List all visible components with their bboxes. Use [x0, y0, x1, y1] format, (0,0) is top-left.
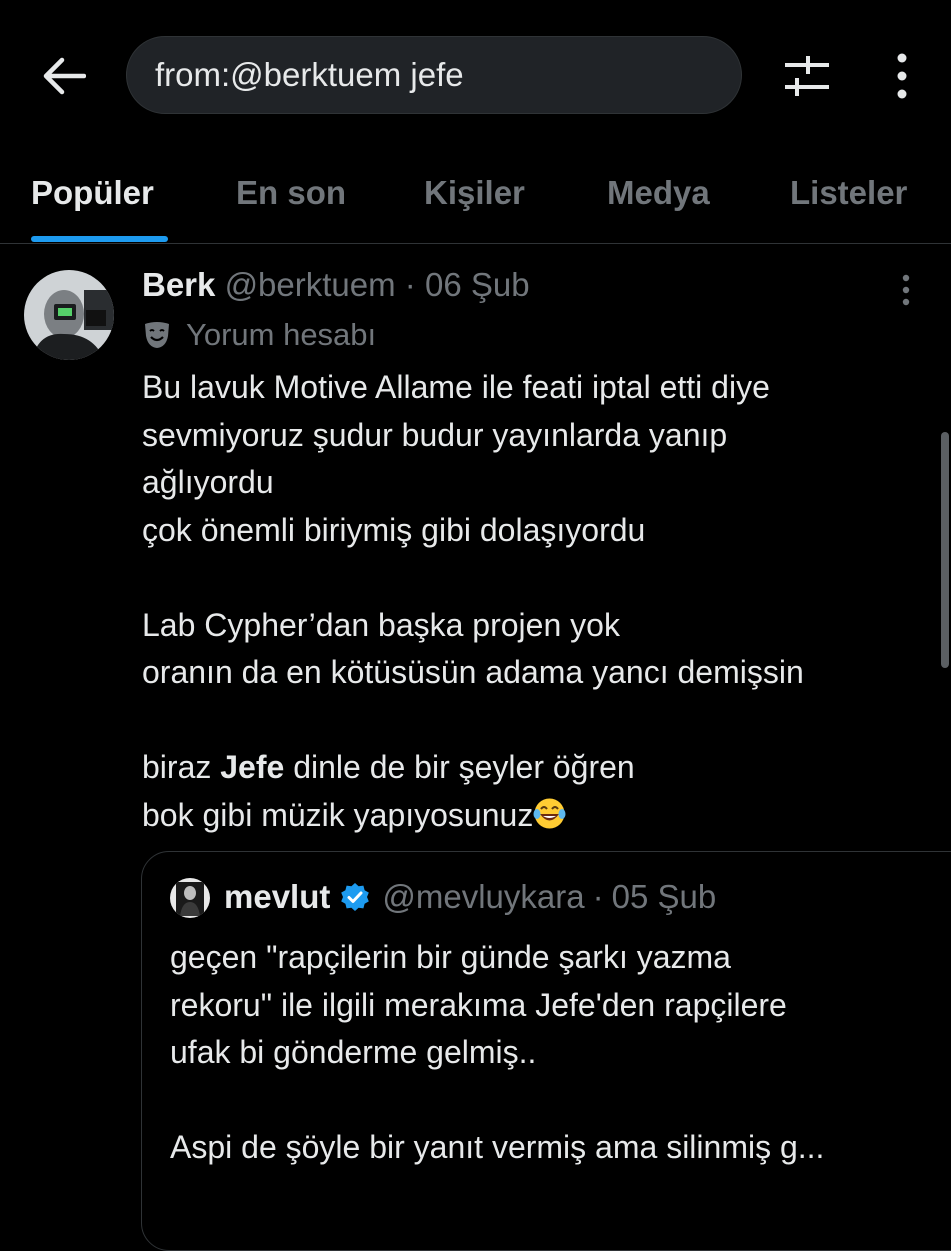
back-button[interactable] [38, 50, 90, 102]
author-name[interactable]: Berk [142, 266, 215, 303]
quoted-author-name[interactable]: mevlut [224, 878, 330, 916]
tweet-line: sevmiyoruz şudur budur yayınlarda yanıp [142, 416, 728, 453]
quoted-tweet[interactable]: mevlut @mevluykara · 05 Şub geçen "rapçi… [141, 851, 951, 1251]
drama-mask-icon [142, 320, 172, 350]
quoted-line: Aspi de şöyle bir yanıt vermiş ama silin… [170, 1129, 825, 1165]
tweet-line: ağlıyordu [142, 464, 274, 500]
verified-badge-icon [341, 883, 370, 911]
quoted-line: rekoru" ile ilgili merakıma Jefe'den rap… [170, 986, 787, 1023]
tweet-line: çok önemli biriymiş gibi dolaşıyordu [142, 511, 646, 548]
tweet-line: Bu lavuk Motive Allame ile feati iptal e… [142, 369, 770, 405]
active-tab-indicator [31, 236, 168, 242]
quoted-line: geçen "rapçilerin bir günde şarkı yazma [170, 939, 731, 975]
arrow-left-icon [43, 57, 86, 95]
separator-dot: · [404, 266, 416, 303]
tab-latest[interactable]: En son [236, 174, 346, 212]
tweet-more-button[interactable] [892, 272, 920, 308]
account-label-text: Yorum hesabı [186, 317, 377, 352]
author-handle[interactable]: @berktuem [225, 266, 396, 303]
scrollbar-thumb[interactable] [941, 432, 949, 668]
tab-lists[interactable]: Listeler [790, 174, 907, 212]
tab-people[interactable]: Kişiler [424, 174, 525, 212]
sliders-icon [785, 56, 829, 96]
tweet-header: Berk @berktuem · 06 Şub [142, 266, 530, 308]
account-label: Yorum hesabı [142, 314, 376, 356]
search-highlight: Jefe [220, 749, 285, 785]
more-vertical-icon [902, 274, 910, 306]
quoted-header: mevlut @mevluykara · 05 Şub [224, 878, 716, 916]
more-options-button[interactable] [880, 50, 924, 102]
separator-dot: · [592, 878, 604, 915]
tweet-line: oranın da en kötüsüsün adama yancı demiş… [142, 654, 804, 690]
quoted-avatar[interactable] [170, 878, 210, 918]
tweet-line: biraz Jefe dinle de bir şeyler öğren [142, 749, 635, 785]
tweet-line: Lab Cypher’dan başka projen yok [142, 606, 620, 643]
quoted-text: geçen "rapçilerin bir günde şarkı yazma … [170, 934, 930, 1172]
search-filters-button[interactable] [782, 53, 832, 99]
quoted-date[interactable]: 05 Şub [612, 878, 717, 916]
top-bar [0, 0, 951, 150]
search-box[interactable] [126, 36, 742, 114]
tweet-date[interactable]: 06 Şub [425, 266, 530, 303]
tab-popular[interactable]: Popüler [31, 174, 154, 212]
quoted-line: ufak bi gönderme gelmiş.. [170, 1034, 537, 1070]
search-tabs: Popüler En son Kişiler Medya Listeler [0, 150, 951, 244]
tab-media[interactable]: Medya [607, 174, 710, 212]
tweet-line: bok gibi müzik yapıyosunuz [142, 792, 902, 840]
quoted-author-handle[interactable]: @mevluykara [382, 878, 584, 916]
tweet-text: Bu lavuk Motive Allame ile feati iptal e… [142, 364, 902, 839]
tears-of-joy-emoji [533, 796, 566, 829]
more-vertical-icon [897, 53, 907, 99]
search-input[interactable] [155, 56, 715, 94]
avatar[interactable] [24, 270, 114, 360]
